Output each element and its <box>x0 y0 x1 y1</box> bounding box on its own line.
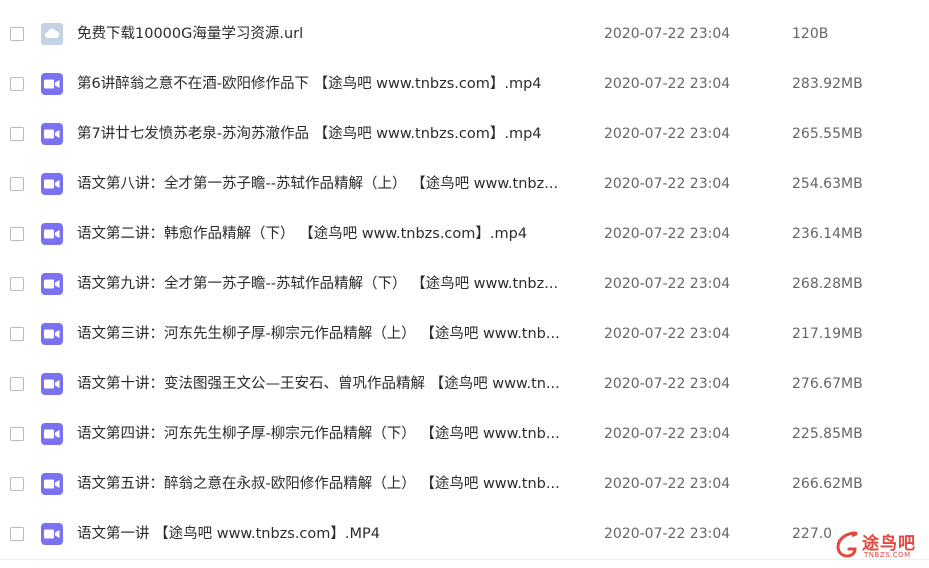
file-name[interactable]: 第6讲醉翁之意不在酒-欧阳修作品下 【途鸟吧 www.tnbzs.com】.mp… <box>77 75 582 93</box>
file-name[interactable]: 语文第十讲：变法图强王文公—王安石、曾巩作品精解 【途鸟吧 www.tn... <box>77 375 582 393</box>
video-file-icon <box>41 473 63 495</box>
file-size: 236.14MB <box>792 226 863 242</box>
row-checkbox[interactable] <box>10 277 24 291</box>
video-file-icon <box>41 273 63 295</box>
row-checkbox[interactable] <box>10 527 24 541</box>
video-file-icon <box>41 223 63 245</box>
file-row[interactable]: 语文第二讲：韩愈作品精解（下） 【途鸟吧 www.tnbzs.com】.mp4 … <box>0 210 929 260</box>
row-checkbox[interactable] <box>10 377 24 391</box>
row-checkbox[interactable] <box>10 327 24 341</box>
file-date: 2020-07-22 23:04 <box>604 476 731 492</box>
file-row[interactable]: 语文第八讲：全才第一苏子瞻--苏轼作品精解（上） 【途鸟吧 www.tnbz..… <box>0 160 929 210</box>
file-row[interactable]: 语文第一讲 【途鸟吧 www.tnbzs.com】.MP4 2020-07-22… <box>0 510 929 560</box>
row-checkbox[interactable] <box>10 77 24 91</box>
file-name[interactable]: 语文第四讲：河东先生柳子厚-柳宗元作品精解（下） 【途鸟吧 www.tnb... <box>77 425 582 443</box>
file-row[interactable]: 免费下载10000G海量学习资源.url 2020-07-22 23:04 12… <box>0 10 929 60</box>
video-file-icon <box>41 523 63 545</box>
file-row[interactable]: 语文第十讲：变法图强王文公—王安石、曾巩作品精解 【途鸟吧 www.tn... … <box>0 360 929 410</box>
file-row[interactable]: 语文第九讲：全才第一苏子瞻--苏轼作品精解（下） 【途鸟吧 www.tnbz..… <box>0 260 929 310</box>
file-date: 2020-07-22 23:04 <box>604 26 731 42</box>
file-size: 217.19MB <box>792 326 863 342</box>
file-size: 254.63MB <box>792 176 863 192</box>
file-date: 2020-07-22 23:04 <box>604 326 731 342</box>
file-size: 266.62MB <box>792 476 863 492</box>
file-name[interactable]: 语文第九讲：全才第一苏子瞻--苏轼作品精解（下） 【途鸟吧 www.tnbz..… <box>77 275 582 293</box>
row-checkbox[interactable] <box>10 27 24 41</box>
row-checkbox[interactable] <box>10 127 24 141</box>
file-date: 2020-07-22 23:04 <box>604 276 731 292</box>
file-size: 227.0 <box>792 526 833 542</box>
file-name[interactable]: 免费下载10000G海量学习资源.url <box>77 25 582 43</box>
file-date: 2020-07-22 23:04 <box>604 376 731 392</box>
file-date: 2020-07-22 23:04 <box>604 426 731 442</box>
url-file-icon <box>41 23 63 45</box>
file-date: 2020-07-22 23:04 <box>604 176 731 192</box>
file-name[interactable]: 语文第八讲：全才第一苏子瞻--苏轼作品精解（上） 【途鸟吧 www.tnbz..… <box>77 175 582 193</box>
file-size: 120B <box>792 26 829 42</box>
file-size: 225.85MB <box>792 426 863 442</box>
video-file-icon <box>41 373 63 395</box>
file-row[interactable]: 语文第三讲：河东先生柳子厚-柳宗元作品精解（上） 【途鸟吧 www.tnb...… <box>0 310 929 360</box>
row-checkbox[interactable] <box>10 427 24 441</box>
file-name[interactable]: 语文第二讲：韩愈作品精解（下） 【途鸟吧 www.tnbzs.com】.mp4 <box>77 225 582 243</box>
file-name[interactable]: 语文第三讲：河东先生柳子厚-柳宗元作品精解（上） 【途鸟吧 www.tnb... <box>77 325 582 343</box>
file-name[interactable]: 第7讲廿七发愤苏老泉-苏洵苏澈作品 【途鸟吧 www.tnbzs.com】.mp… <box>77 125 582 143</box>
watermark-subtext: TNBZS.COM <box>864 551 911 559</box>
video-file-icon <box>41 323 63 345</box>
row-checkbox[interactable] <box>10 177 24 191</box>
file-name[interactable]: 语文第一讲 【途鸟吧 www.tnbzs.com】.MP4 <box>77 525 582 543</box>
file-date: 2020-07-22 23:04 <box>604 76 731 92</box>
file-size: 276.67MB <box>792 376 863 392</box>
file-date: 2020-07-22 23:04 <box>604 526 731 542</box>
bird-logo-icon <box>836 531 858 558</box>
file-date: 2020-07-22 23:04 <box>604 226 731 242</box>
file-row[interactable]: 语文第五讲：醉翁之意在永叔-欧阳修作品精解（上） 【途鸟吧 www.tnb...… <box>0 460 929 510</box>
file-name[interactable]: 语文第五讲：醉翁之意在永叔-欧阳修作品精解（上） 【途鸟吧 www.tnb... <box>77 475 582 493</box>
file-size: 268.28MB <box>792 276 863 292</box>
file-row[interactable]: 第7讲廿七发愤苏老泉-苏洵苏澈作品 【途鸟吧 www.tnbzs.com】.mp… <box>0 110 929 160</box>
file-date: 2020-07-22 23:04 <box>604 126 731 142</box>
video-file-icon <box>41 173 63 195</box>
divider <box>0 559 929 560</box>
watermark-logo: 途鸟吧 TNBZS.COM <box>832 527 922 565</box>
video-file-icon <box>41 73 63 95</box>
row-checkbox[interactable] <box>10 477 24 491</box>
video-file-icon <box>41 423 63 445</box>
row-checkbox[interactable] <box>10 227 24 241</box>
file-row[interactable]: 第6讲醉翁之意不在酒-欧阳修作品下 【途鸟吧 www.tnbzs.com】.mp… <box>0 60 929 110</box>
file-row[interactable]: 语文第四讲：河东先生柳子厚-柳宗元作品精解（下） 【途鸟吧 www.tnb...… <box>0 410 929 460</box>
file-list: 免费下载10000G海量学习资源.url 2020-07-22 23:04 12… <box>0 10 929 560</box>
file-size: 283.92MB <box>792 76 863 92</box>
file-size: 265.55MB <box>792 126 863 142</box>
video-file-icon <box>41 123 63 145</box>
